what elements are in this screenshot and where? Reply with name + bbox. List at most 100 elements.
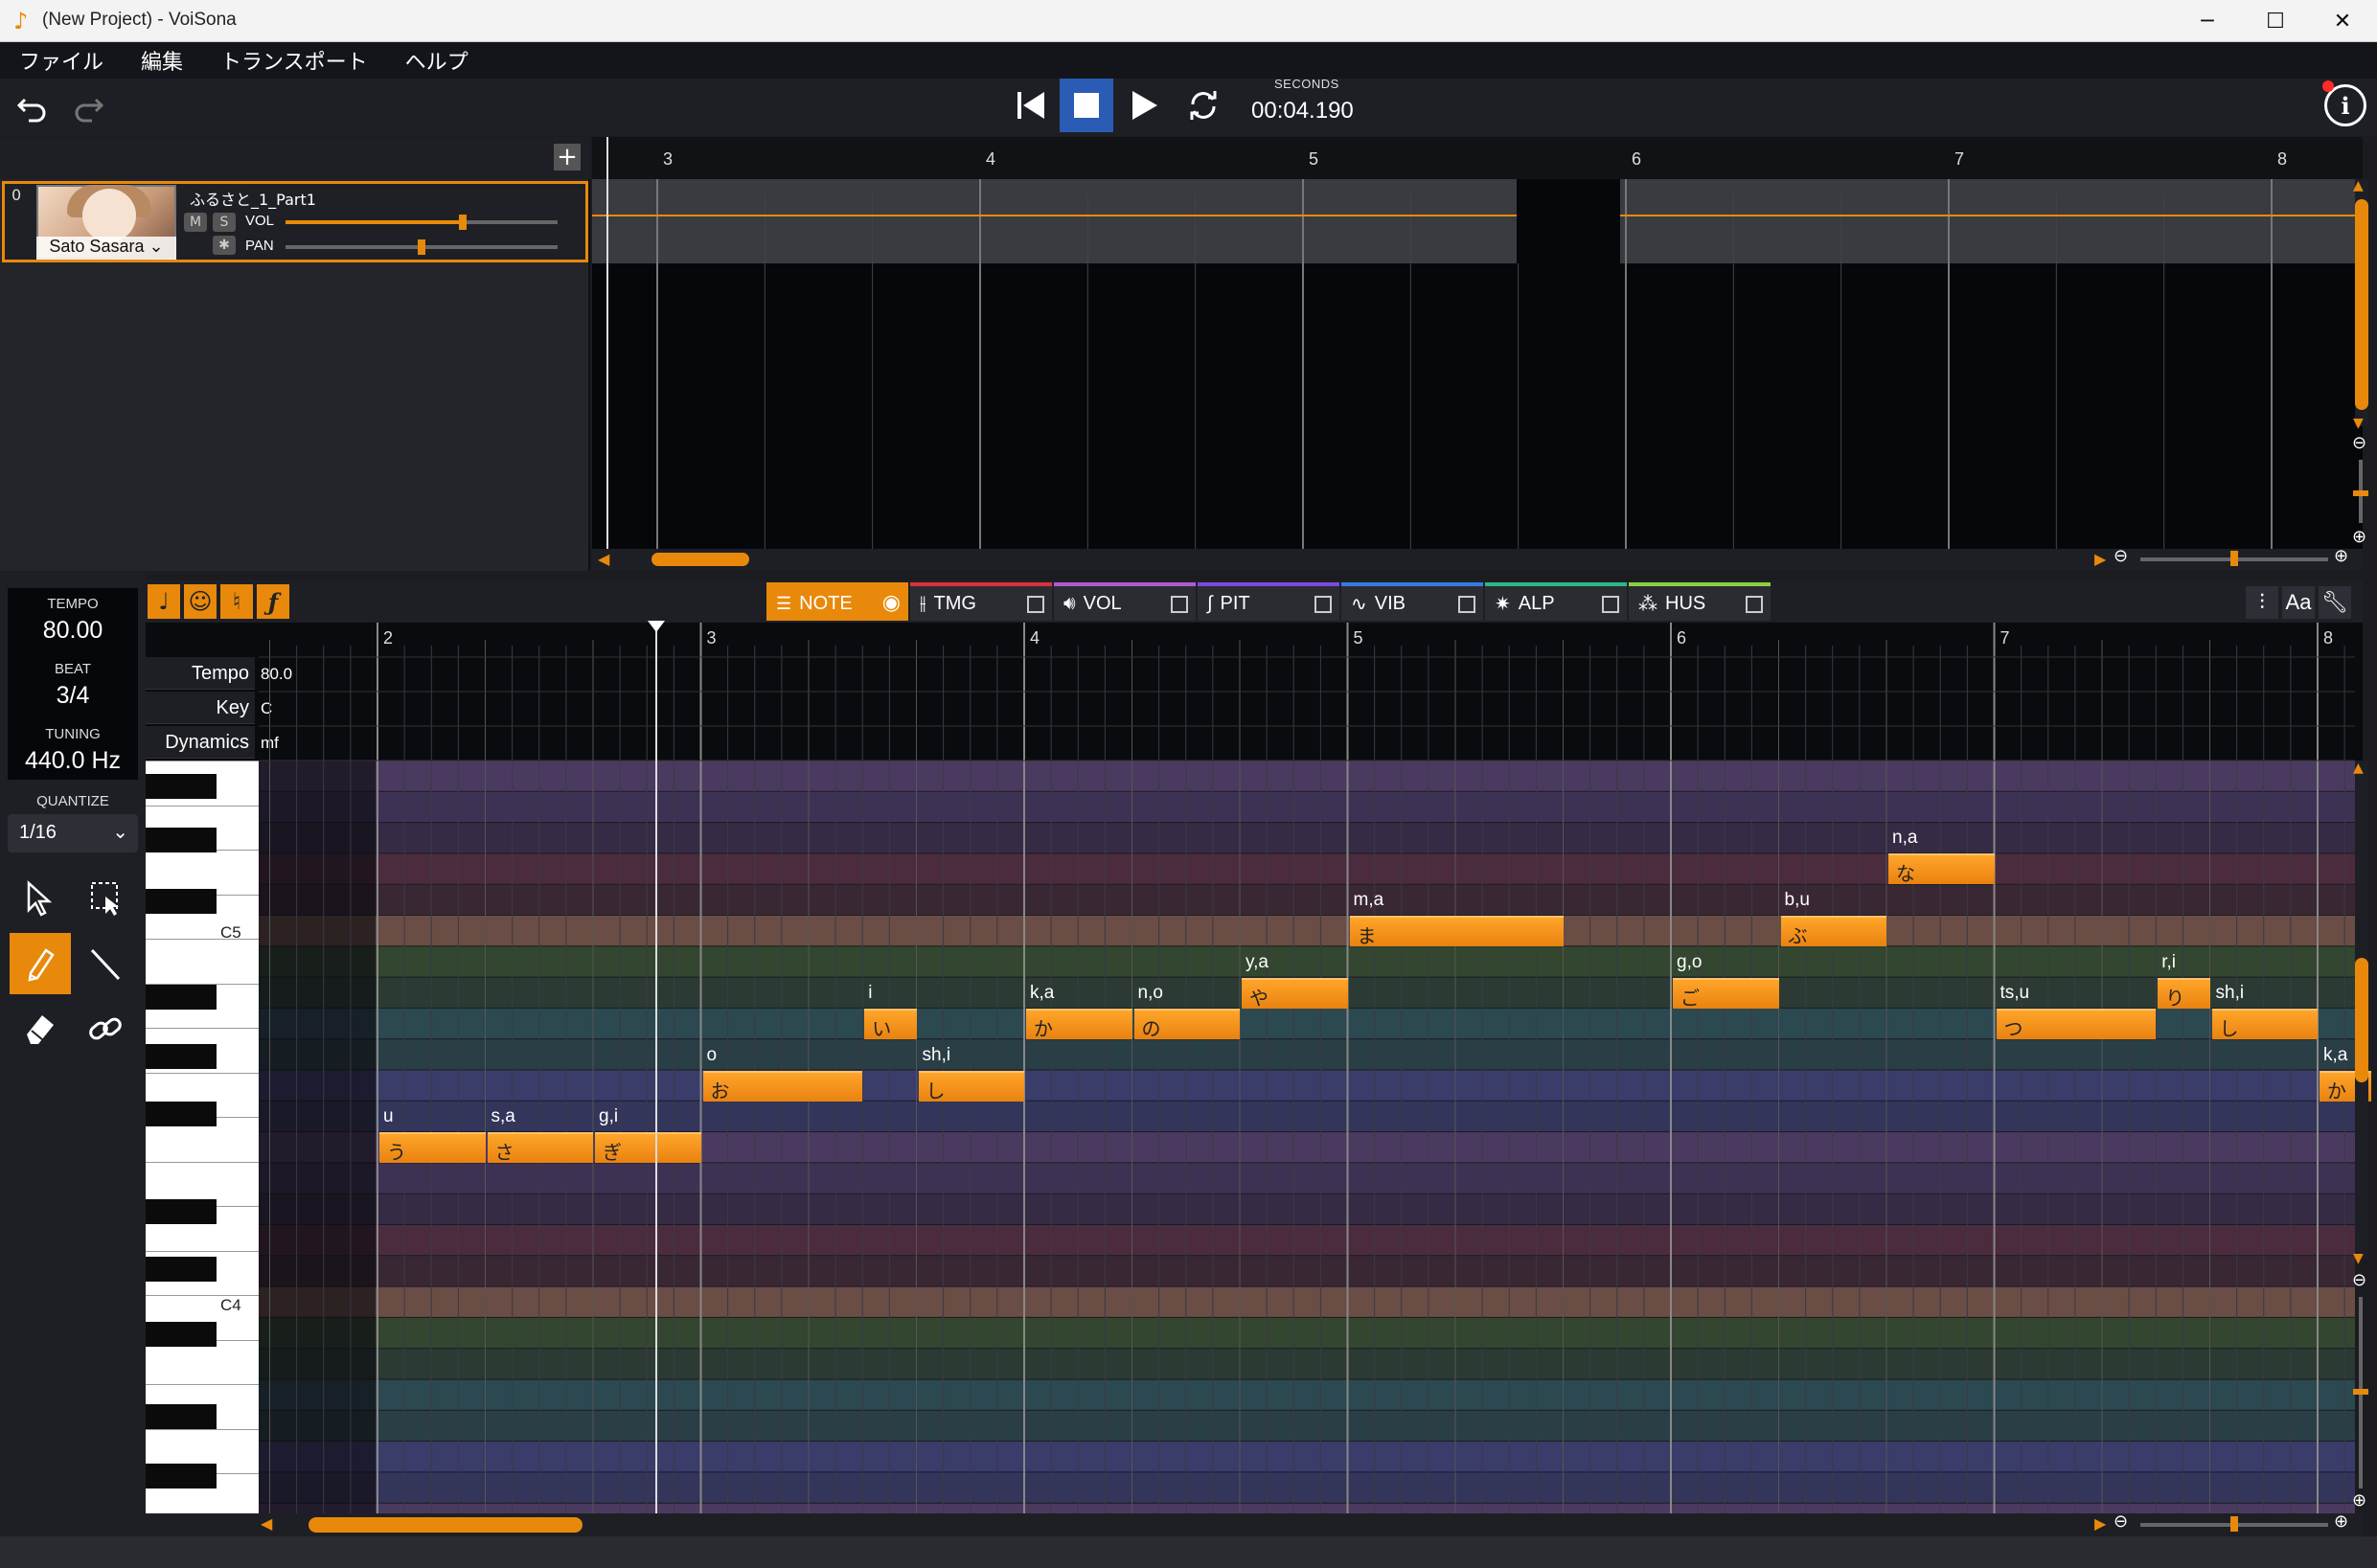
v-zoom-in-icon[interactable]: ⊕ (2352, 527, 2366, 547)
note-phoneme[interactable]: k,a (2323, 1045, 2347, 1066)
note-block[interactable]: う (379, 1132, 486, 1164)
note-phoneme[interactable]: r,i (2161, 952, 2176, 973)
piano-roll-grid[interactable] (259, 623, 2355, 1513)
loop-icon[interactable] (1177, 79, 1230, 132)
black-key[interactable] (146, 1322, 217, 1347)
note-block[interactable]: な (1888, 853, 1995, 885)
note-block[interactable]: ま (1349, 916, 1564, 947)
tab-hus[interactable]: ⁂ HUS (1629, 582, 1771, 621)
black-key[interactable] (146, 1404, 217, 1429)
tab-tmg[interactable]: ⫲ TMG (910, 582, 1052, 621)
tab-alp[interactable]: ✷ ALP (1485, 582, 1627, 621)
scroll-left-arrow-icon[interactable]: ◀ (598, 550, 609, 568)
zoom-in-icon[interactable]: ⊕ (2334, 546, 2348, 566)
note-block[interactable]: か (1026, 1008, 1132, 1040)
close-icon[interactable]: ✕ (2311, 0, 2374, 42)
note-phoneme[interactable]: u (383, 1106, 394, 1127)
play-icon[interactable] (1117, 79, 1171, 132)
skip-to-start-icon[interactable] (1004, 79, 1058, 132)
metronome-icon[interactable]: ♩ (148, 584, 180, 619)
arrangement-scroll-thumb[interactable] (651, 553, 749, 566)
wrench-icon[interactable]: 🔧︎ (2319, 586, 2351, 619)
black-key[interactable] (146, 1102, 217, 1126)
note-block[interactable]: し (2211, 1008, 2318, 1040)
black-key[interactable] (146, 889, 217, 914)
roll-scroll-up-icon[interactable]: ▲ (2353, 761, 2364, 776)
note-block[interactable]: ぶ (1780, 916, 1886, 947)
accidental-icon[interactable]: ♮ (220, 584, 253, 619)
solo-button[interactable]: S (213, 213, 236, 232)
tab-vib[interactable]: ∿ VIB (1341, 582, 1483, 621)
eye-icon[interactable]: ◉ (882, 590, 901, 615)
v-zoom-out-icon[interactable]: ⊖ (2352, 433, 2366, 453)
tab-hus-checkbox[interactable] (1746, 596, 1763, 613)
roll-v-thumb[interactable] (2355, 958, 2368, 1082)
note-block[interactable]: や (1242, 977, 1348, 1010)
menu-edit[interactable]: 編集 (122, 45, 201, 76)
roll-v-zoom-out-icon[interactable]: ⊖ (2352, 1270, 2366, 1290)
singer-mode-icon[interactable]: ☺ (184, 584, 217, 619)
v-zoom-knob[interactable] (2353, 490, 2368, 496)
note-phoneme[interactable]: b,u (1785, 890, 1810, 911)
maximize-icon[interactable]: ☐ (2244, 0, 2307, 42)
black-key[interactable] (146, 1464, 217, 1488)
tab-tmg-checkbox[interactable] (1027, 596, 1044, 613)
fx-asterisk-icon[interactable]: ✱ (213, 236, 236, 255)
note-phoneme[interactable]: ts,u (2000, 983, 2030, 1004)
add-track-button[interactable]: + (554, 144, 581, 170)
line-icon[interactable] (75, 933, 136, 994)
note-phoneme[interactable]: y,a (1246, 952, 1268, 973)
playhead[interactable] (655, 625, 657, 1513)
black-key[interactable] (146, 774, 217, 799)
note-block[interactable]: し (918, 1070, 1024, 1102)
menu-transport[interactable]: トランスポート (201, 45, 386, 76)
black-key[interactable] (146, 1199, 217, 1224)
roll-v-zoom-knob[interactable] (2353, 1389, 2368, 1395)
pan-slider-knob[interactable] (418, 239, 425, 255)
quantize-select[interactable]: 1/16 ⌄ (8, 814, 138, 852)
note-block[interactable]: ぎ (595, 1132, 701, 1164)
note-phoneme[interactable]: o (707, 1045, 718, 1066)
roll-h-zoom-knob[interactable] (2230, 1516, 2238, 1532)
scroll-right-arrow-icon[interactable]: ▶ (2094, 550, 2106, 568)
note-phoneme[interactable]: g,o (1677, 952, 1702, 973)
note-phoneme[interactable]: n,a (1892, 828, 1917, 849)
playhead-marker-icon[interactable] (648, 621, 665, 632)
note-block[interactable]: さ (487, 1132, 593, 1164)
dynamics-icon[interactable]: ƒ (257, 584, 289, 619)
mute-button[interactable]: M (184, 213, 207, 232)
tab-vib-checkbox[interactable] (1458, 596, 1475, 613)
note-block[interactable]: り (2158, 977, 2210, 1010)
arrangement-v-thumb[interactable] (2355, 199, 2368, 410)
note-phoneme[interactable]: sh,i (2216, 983, 2245, 1004)
zoom-out-icon[interactable]: ⊖ (2114, 546, 2128, 566)
vol-slider-knob[interactable] (459, 215, 467, 230)
note-phoneme[interactable]: m,a (1354, 890, 1384, 911)
undo-icon[interactable] (6, 79, 59, 132)
tab-pit-checkbox[interactable] (1314, 596, 1332, 613)
scroll-down-arrow-icon[interactable]: ▼ (2353, 416, 2364, 431)
tab-pit[interactable]: ∫ PIT (1198, 582, 1339, 621)
singer-select[interactable]: Sato Sasara ⌄ (36, 237, 176, 260)
roll-scroll-down-icon[interactable]: ▼ (2353, 1251, 2364, 1266)
black-key[interactable] (146, 1257, 217, 1282)
menu-help[interactable]: ヘルプ (386, 45, 487, 76)
tab-alp-checkbox[interactable] (1602, 596, 1619, 613)
redo-icon[interactable] (61, 79, 115, 132)
beat-value[interactable]: 3/4 (8, 682, 138, 710)
note-block[interactable]: ご (1673, 977, 1779, 1010)
roll-v-zoom-in-icon[interactable]: ⊕ (2352, 1490, 2366, 1511)
stop-icon[interactable] (1060, 79, 1113, 132)
note-block[interactable]: い (864, 1008, 917, 1040)
note-phoneme[interactable]: g,i (599, 1106, 618, 1127)
roll-scroll-left-icon[interactable]: ◀ (261, 1514, 272, 1533)
note-phoneme[interactable]: k,a (1030, 983, 1054, 1004)
select-arrow-icon[interactable] (10, 868, 71, 929)
black-key[interactable] (146, 1044, 217, 1069)
note-phoneme[interactable]: s,a (491, 1106, 515, 1127)
note-phoneme[interactable]: sh,i (923, 1045, 951, 1066)
note-phoneme[interactable]: i (868, 983, 872, 1004)
tab-vol[interactable]: 🔊︎ VOL (1054, 582, 1196, 621)
note-phoneme[interactable]: n,o (1138, 983, 1163, 1004)
tuning-value[interactable]: 440.0 Hz (8, 747, 138, 775)
